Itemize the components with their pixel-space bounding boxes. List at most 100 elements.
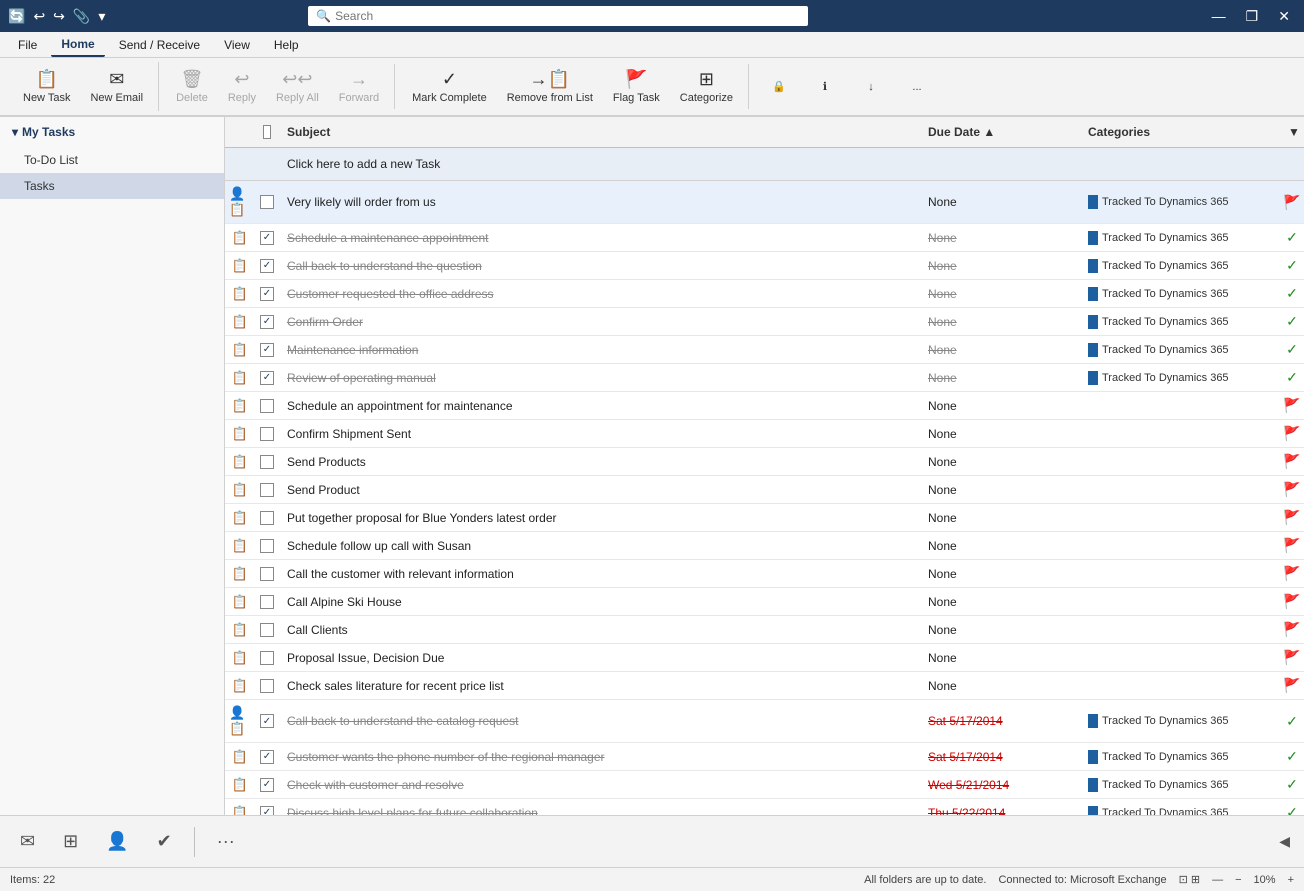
row-checkbox-cell[interactable] <box>255 448 279 475</box>
table-row[interactable]: 👤📋 ✓ Call back to understand the catalog… <box>225 700 1304 743</box>
row-checkbox-cell[interactable] <box>255 420 279 447</box>
task-checkbox[interactable]: ✓ <box>260 778 274 792</box>
th-check[interactable] <box>255 121 279 143</box>
sidebar-collapse-button[interactable]: ◀ <box>1275 829 1294 854</box>
task-checkbox[interactable] <box>260 679 274 693</box>
menu-view[interactable]: View <box>214 34 260 56</box>
minimize-button[interactable]: — <box>1206 6 1232 27</box>
row-checkbox-cell[interactable]: ✓ <box>255 224 279 251</box>
row-checkbox-cell[interactable]: ✓ <box>255 252 279 279</box>
row-checkbox-cell[interactable]: ✓ <box>255 743 279 770</box>
row-checkbox-cell[interactable]: ✓ <box>255 336 279 363</box>
task-checkbox[interactable]: ✓ <box>260 343 274 357</box>
select-all-checkbox[interactable] <box>263 125 271 139</box>
nav-calendar-button[interactable]: ⊞ <box>53 825 88 858</box>
table-row[interactable]: 📋 Send Products None 🚩 <box>225 448 1304 476</box>
row-checkbox-cell[interactable] <box>255 392 279 419</box>
table-row[interactable]: 📋 ✓ Review of operating manual None Trac… <box>225 364 1304 392</box>
reply-all-button[interactable]: ↩↩ Reply All <box>267 64 328 109</box>
task-checkbox[interactable]: ✓ <box>260 231 274 245</box>
task-checkbox[interactable] <box>260 539 274 553</box>
new-email-button[interactable]: ✉ New Email <box>81 62 152 111</box>
move-down-button[interactable]: ↓ <box>849 76 893 98</box>
row-checkbox-cell[interactable] <box>255 588 279 615</box>
table-row[interactable]: 📋 Call Clients None 🚩 <box>225 616 1304 644</box>
row-subject[interactable]: Customer requested the office address <box>279 280 920 307</box>
row-subject[interactable]: Review of operating manual <box>279 364 920 391</box>
table-row[interactable]: 📋 Proposal Issue, Decision Due None 🚩 <box>225 644 1304 672</box>
table-row[interactable]: 📋 ✓ Discuss high level plans for future … <box>225 799 1304 815</box>
add-task-row[interactable]: Click here to add a new Task <box>225 148 1304 181</box>
row-subject[interactable]: Schedule follow up call with Susan <box>279 532 920 559</box>
add-task-subject-cell[interactable]: Click here to add a new Task <box>279 152 920 176</box>
table-row[interactable]: 📋 Call the customer with relevant inform… <box>225 560 1304 588</box>
row-checkbox-cell[interactable]: ✓ <box>255 771 279 798</box>
nav-tasks-button[interactable]: ✔ <box>147 825 182 858</box>
nav-more-button[interactable]: ··· <box>207 825 245 858</box>
maximize-button[interactable]: ❐ <box>1240 6 1265 27</box>
undo-icon[interactable]: ↩ <box>33 8 45 25</box>
row-subject[interactable]: Schedule an appointment for maintenance <box>279 392 920 419</box>
sidebar-item-tasks[interactable]: Tasks <box>0 173 224 199</box>
categorize-button[interactable]: ⊞ Categorize <box>671 64 742 109</box>
task-checkbox[interactable]: ✓ <box>260 259 274 273</box>
table-row[interactable]: 📋 ✓ Customer requested the office addres… <box>225 280 1304 308</box>
task-checkbox[interactable] <box>260 567 274 581</box>
task-checkbox[interactable]: ✓ <box>260 750 274 764</box>
menu-home[interactable]: Home <box>51 33 104 57</box>
th-subject[interactable]: Subject <box>279 121 920 143</box>
zoom-plus[interactable]: + <box>1288 874 1294 886</box>
table-row[interactable]: 📋 Call Alpine Ski House None 🚩 <box>225 588 1304 616</box>
row-subject[interactable]: Confirm Order <box>279 308 920 335</box>
delete-button[interactable]: 🗑 Delete <box>167 64 217 109</box>
table-row[interactable]: 📋 ✓ Maintenance information None Tracked… <box>225 336 1304 364</box>
row-checkbox-cell[interactable] <box>255 560 279 587</box>
task-checkbox[interactable] <box>260 483 274 497</box>
row-subject[interactable]: Send Products <box>279 448 920 475</box>
task-checkbox[interactable] <box>260 455 274 469</box>
table-row[interactable]: 📋 ✓ Customer wants the phone number of t… <box>225 743 1304 771</box>
row-checkbox-cell[interactable] <box>255 181 279 223</box>
more-button[interactable]: ... <box>895 76 939 98</box>
reply-button[interactable]: ↩ Reply <box>219 64 265 109</box>
task-checkbox[interactable] <box>260 195 274 209</box>
row-subject[interactable]: Call back to understand the question <box>279 252 920 279</box>
table-row[interactable]: 📋 ✓ Confirm Order None Tracked To Dynami… <box>225 308 1304 336</box>
table-row[interactable]: 📋 Schedule follow up call with Susan Non… <box>225 532 1304 560</box>
zoom-minus[interactable]: − <box>1235 874 1241 886</box>
row-subject[interactable]: Send Product <box>279 476 920 503</box>
row-checkbox-cell[interactable] <box>255 644 279 671</box>
task-checkbox[interactable]: ✓ <box>260 315 274 329</box>
row-subject[interactable]: Put together proposal for Blue Yonders l… <box>279 504 920 531</box>
row-subject[interactable]: Check sales literature for recent price … <box>279 672 920 699</box>
row-subject[interactable]: Call Clients <box>279 616 920 643</box>
table-row[interactable]: 📋 ✓ Check with customer and resolve Wed … <box>225 771 1304 799</box>
row-checkbox-cell[interactable]: ✓ <box>255 364 279 391</box>
task-checkbox[interactable] <box>260 399 274 413</box>
new-task-button[interactable]: 📋 New Task <box>14 62 79 111</box>
task-checkbox[interactable] <box>260 595 274 609</box>
attach-icon[interactable]: 📎 <box>73 8 90 25</box>
row-subject[interactable]: Call Alpine Ski House <box>279 588 920 615</box>
table-row[interactable]: 📋 Put together proposal for Blue Yonders… <box>225 504 1304 532</box>
info-button[interactable]: ℹ <box>803 75 847 98</box>
nav-people-button[interactable]: 👤 <box>96 825 138 858</box>
task-checkbox[interactable]: ✓ <box>260 714 274 728</box>
row-checkbox-cell[interactable] <box>255 616 279 643</box>
table-row[interactable]: 👤📋 Very likely will order from us None T… <box>225 181 1304 224</box>
row-subject[interactable]: Call back to understand the catalog requ… <box>279 700 920 742</box>
remove-from-list-button[interactable]: →📋 Remove from List <box>498 64 602 109</box>
th-filter[interactable]: ▼ <box>1280 121 1304 143</box>
row-checkbox-cell[interactable]: ✓ <box>255 280 279 307</box>
flag-task-button[interactable]: 🚩 Flag Task <box>604 64 669 109</box>
row-checkbox-cell[interactable] <box>255 672 279 699</box>
row-subject[interactable]: Customer wants the phone number of the r… <box>279 743 920 770</box>
th-categories[interactable]: Categories <box>1080 121 1280 143</box>
row-subject[interactable]: Very likely will order from us <box>279 181 920 223</box>
menu-send-receive[interactable]: Send / Receive <box>109 34 210 56</box>
dropdown-icon[interactable]: ▾ <box>98 8 105 25</box>
row-checkbox-cell[interactable]: ✓ <box>255 308 279 335</box>
row-subject[interactable]: Schedule a maintenance appointment <box>279 224 920 251</box>
sidebar-item-todo-list[interactable]: To-Do List <box>0 147 224 173</box>
row-checkbox-cell[interactable] <box>255 476 279 503</box>
